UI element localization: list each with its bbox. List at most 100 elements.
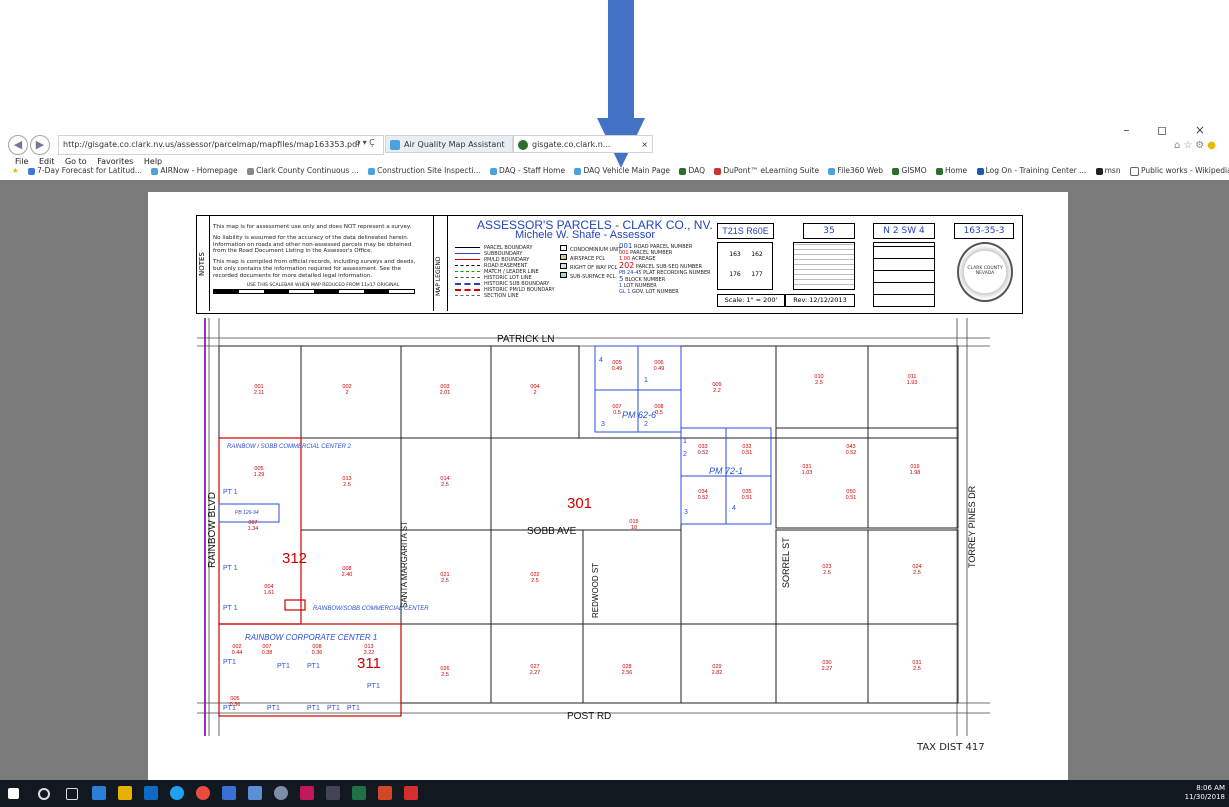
- menu-goto[interactable]: Go to: [65, 157, 87, 166]
- subdivision-label: RAINBOW / SOBB COMMERCIAL CENTER 2: [227, 444, 352, 450]
- menu-help[interactable]: Help: [144, 157, 162, 166]
- notes-label-box: NOTES: [197, 216, 210, 311]
- msn-icon: [1095, 167, 1103, 175]
- outlook-icon[interactable]: [144, 786, 158, 800]
- legend-numbers: 001 ROAD PARCEL NUMBER 001 PARCEL NUMBER…: [619, 243, 711, 296]
- page-icon: [247, 167, 255, 175]
- fav-item[interactable]: DuPont™ eLearning Suite: [714, 166, 819, 175]
- home-star-gear-icons[interactable]: ⌂☆⚙●: [1174, 140, 1219, 151]
- clock-date: 11/30/2018: [1184, 793, 1225, 801]
- legend-fill-item: CONDOMINIUM UNIT: [560, 245, 621, 254]
- street-sorrel-st: SORREL ST: [781, 537, 791, 588]
- street-rainbow-blvd: RAINBOW BLVD: [207, 492, 218, 568]
- parcel-acreage: 2: [533, 390, 536, 396]
- forward-button[interactable]: ▶: [30, 135, 50, 155]
- task-view-icon[interactable]: [66, 788, 78, 800]
- fav-item[interactable]: Construction Site Inspecti...: [368, 166, 481, 175]
- parcel-acreage: 0.44: [232, 650, 243, 656]
- map-legend-label: MAP LEGEND: [435, 256, 442, 297]
- system-clock[interactable]: 8:06 AM 11/30/2018: [1185, 784, 1225, 802]
- parcel-acreage: 2.5: [441, 482, 449, 488]
- parcel-acreage: 2.5: [441, 578, 449, 584]
- fav-item[interactable]: GISMO: [892, 166, 927, 175]
- legend-lines: PARCEL BOUNDARY SUBBOUNDARY PM/LD BOUNDA…: [455, 245, 555, 299]
- tab-label: gisgate.co.clark.n...: [532, 140, 611, 149]
- street-patrick-ln: PATRICK LN: [497, 334, 554, 345]
- parcel-acreage: 0.52: [698, 450, 709, 456]
- subdivision-label: RAINBOW CORPORATE CENTER 1: [245, 633, 377, 642]
- ie-icon: [574, 167, 582, 175]
- tab-gisgate[interactable]: gisgate.co.clark.n... ×: [513, 135, 653, 153]
- menu-favorites[interactable]: Favorites: [97, 157, 133, 166]
- fav-item[interactable]: AIRNow - Homepage: [151, 166, 238, 175]
- township-range-box: T21S R60E: [717, 223, 774, 239]
- browser-chrome: ◀ ▶ http://gisgate.co.clark.nv.us/assess…: [0, 123, 1229, 178]
- section-grid-numbers: 163 162 176 177: [724, 251, 768, 278]
- fav-item[interactable]: Clark County Continuous ...: [247, 166, 359, 175]
- parcel-acreage: 1.34: [248, 526, 259, 532]
- tab-air-quality-map-assistant[interactable]: Air Quality Map Assistant: [385, 135, 513, 153]
- parcel-acreage: 2.5: [343, 482, 351, 488]
- excel-icon[interactable]: [352, 786, 366, 800]
- edge-icon[interactable]: [92, 786, 106, 800]
- start-windows-icon[interactable]: [8, 788, 19, 799]
- parcel-acreage: 2: [345, 390, 348, 396]
- menu-edit[interactable]: Edit: [39, 157, 55, 166]
- search-refresh-icon[interactable]: ρ ▾ Ç: [355, 138, 375, 147]
- notes-text: This map is for assessment use only and …: [213, 224, 433, 295]
- access-icon[interactable]: [300, 786, 314, 800]
- parcel-acreage: 2.40: [342, 572, 353, 578]
- note-line: This map is compiled from official recor…: [213, 259, 416, 266]
- parcel-acreage: 2.56: [622, 670, 633, 676]
- book-page-311: 311: [357, 655, 381, 672]
- wikipedia-icon: [1129, 166, 1139, 176]
- powerpoint-icon[interactable]: [378, 786, 392, 800]
- section-subgrid: [793, 242, 855, 290]
- fav-item[interactable]: msn: [1095, 166, 1121, 175]
- note-line: This map is for assessment use only and …: [213, 224, 412, 230]
- app-icon[interactable]: [326, 786, 340, 800]
- fav-item[interactable]: Public works - Wikipedia, ...: [1129, 166, 1229, 176]
- file-explorer-icon[interactable]: [118, 786, 132, 800]
- parcel-acreage: 3.22: [364, 650, 375, 656]
- pt-label: PT1: [267, 705, 280, 712]
- chrome-icon[interactable]: [196, 786, 210, 800]
- weather-icon: [28, 167, 36, 175]
- fav-item[interactable]: Home: [936, 166, 967, 175]
- address-bar[interactable]: http://gisgate.co.clark.nv.us/assessor/p…: [58, 135, 384, 155]
- fav-item[interactable]: File360 Web: [828, 166, 883, 175]
- lot-number: 4: [599, 357, 603, 364]
- app-icon[interactable]: [222, 786, 236, 800]
- section-grid: 163 162 176 177: [717, 242, 773, 290]
- close-tab-icon[interactable]: ×: [641, 136, 648, 152]
- legend-fill-item: AIRSPACE PCL: [560, 254, 621, 263]
- menu-bar: File Edit Go to Favorites Help: [15, 157, 170, 166]
- parcel-acreage: 0.5: [655, 410, 663, 416]
- note-line: but only contains the information requir…: [213, 265, 401, 272]
- fav-item[interactable]: 7-Day Forecast for Latitud...: [28, 166, 142, 175]
- pt-label: PT1: [223, 705, 236, 712]
- acrobat-icon[interactable]: [404, 786, 418, 800]
- app-icon[interactable]: [248, 786, 262, 800]
- map-title-block: NOTES This map is for assessment use onl…: [196, 215, 1023, 314]
- url-text: http://gisgate.co.clark.nv.us/assessor/p…: [63, 140, 361, 149]
- search-icon[interactable]: [38, 788, 50, 800]
- legend-number-item: 202 PARCEL SUB-SEQ NUMBER: [619, 260, 702, 270]
- fav-item[interactable]: DAQ - Staff Home: [490, 166, 565, 175]
- parcel-acreage: 0.36: [312, 650, 323, 656]
- fav-item[interactable]: Log On - Training Center ...: [976, 166, 1086, 175]
- legend-line-item: SECTION LINE: [455, 293, 555, 299]
- parcel-acreage: 0.49: [612, 366, 623, 372]
- parcel-acreage: 1.03: [802, 470, 813, 476]
- menu-file[interactable]: File: [15, 157, 28, 166]
- fav-item[interactable]: DAQ Vehicle Main Page: [574, 166, 670, 175]
- window-controls[interactable]: – ◻ ×: [1123, 123, 1217, 137]
- street-redwood-st: REDWOOD ST: [591, 563, 600, 618]
- internet-explorer-icon[interactable]: [170, 786, 184, 800]
- back-button[interactable]: ◀: [8, 135, 28, 155]
- app-icon[interactable]: [274, 786, 288, 800]
- quarter-grid: [873, 242, 935, 307]
- book-page-301: 301: [567, 495, 592, 512]
- favorites-star-icon[interactable]: ★: [12, 166, 19, 175]
- fav-item[interactable]: DAQ: [679, 166, 705, 175]
